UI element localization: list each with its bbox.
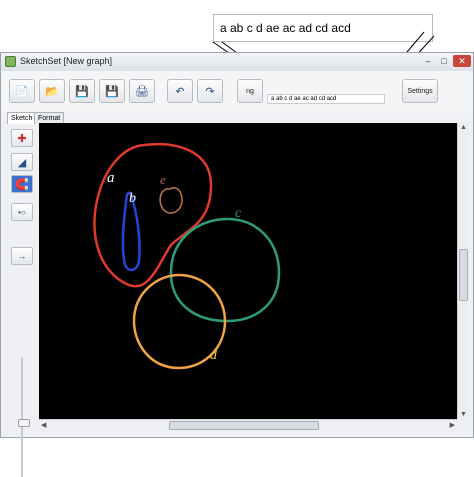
redo-button[interactable]: ↷	[197, 79, 223, 103]
save-button[interactable]: 💾	[69, 79, 95, 103]
tab-sketch[interactable]: Sketch	[7, 112, 37, 124]
curve-a	[93, 143, 213, 288]
magnet-icon: 🧲	[15, 178, 29, 191]
curve-c	[169, 217, 281, 323]
save-icon: 💾	[75, 85, 89, 98]
thickness-slider-thumb[interactable]	[18, 419, 30, 427]
label-a: a	[107, 170, 115, 186]
horizontal-scrollbar[interactable]: ◀ ▶	[39, 419, 457, 431]
scroll-left-icon[interactable]: ◀	[41, 421, 46, 429]
print-icon: 🖨	[135, 85, 149, 98]
select-tool-button[interactable]: ✚	[11, 129, 33, 147]
scroll-down-icon[interactable]: ▼	[460, 411, 467, 418]
new-file-button[interactable]: 📄	[9, 79, 35, 103]
open-folder-icon: 📂	[45, 85, 59, 98]
redo-icon: ↷	[205, 85, 215, 98]
vertical-scrollbar[interactable]: ▲ ▼	[457, 123, 469, 419]
new-file-icon: 📄	[15, 85, 29, 98]
app-window: SketchSet [New graph] – □ ✕ 📄 📂 💾 💾 🖨 ↶ …	[0, 52, 474, 477]
maximize-button[interactable]: □	[437, 55, 451, 67]
label-d: d	[210, 348, 218, 363]
crosshair-icon: ✚	[17, 132, 27, 145]
open-file-button[interactable]: 📂	[39, 79, 65, 103]
window-title: SketchSet [New graph]	[20, 56, 113, 66]
generate-label: ng	[246, 87, 254, 95]
save-as-icon: 💾	[105, 85, 119, 98]
scroll-right-icon[interactable]: ▶	[450, 421, 455, 429]
minimize-button[interactable]: –	[421, 55, 435, 67]
settings-button[interactable]: Settings	[402, 79, 438, 103]
euler-diagram: a b e c d	[93, 143, 281, 370]
arrow-icon: →	[17, 251, 27, 261]
curve-e	[159, 187, 183, 214]
set-expression-input[interactable]: a ab c d ae ac ad cd acd	[267, 94, 385, 104]
close-button[interactable]: ✕	[453, 55, 471, 67]
pen-tool-button[interactable]: ◢	[11, 153, 33, 171]
undo-button[interactable]: ↶	[167, 79, 193, 103]
label-c: c	[235, 206, 242, 221]
tool-palette: ✚ ◢ 🧲 •○ →	[9, 125, 35, 477]
vertical-scroll-thumb[interactable]	[459, 249, 468, 301]
label-b: b	[129, 191, 136, 206]
label-e: e	[160, 172, 166, 187]
save-as-button[interactable]: 💾	[99, 79, 125, 103]
horizontal-scroll-thumb[interactable]	[169, 421, 319, 430]
pen-icon: ◢	[17, 156, 27, 169]
generate-button[interactable]: ng	[237, 79, 263, 103]
sketch-canvas[interactable]: a b e c d	[39, 123, 457, 419]
scroll-up-icon[interactable]: ▲	[460, 124, 467, 131]
magnet-tool-button[interactable]: 🧲	[11, 175, 33, 193]
toolbar: 📄 📂 💾 💾 🖨 ↶ ↷ ng a ab c d ae ac ad cd ac…	[1, 71, 473, 113]
arrow-tool-button[interactable]: →	[11, 247, 33, 265]
undo-icon: ↶	[175, 85, 185, 98]
point-circle-icon: •○	[18, 207, 26, 217]
title-bar[interactable]: SketchSet [New graph] – □ ✕	[1, 53, 473, 72]
print-button[interactable]: 🖨	[129, 79, 155, 103]
settings-label: Settings	[407, 87, 433, 95]
app-icon	[5, 56, 16, 67]
point-tool-button[interactable]: •○	[11, 203, 33, 221]
thickness-slider-track[interactable]	[21, 357, 23, 477]
